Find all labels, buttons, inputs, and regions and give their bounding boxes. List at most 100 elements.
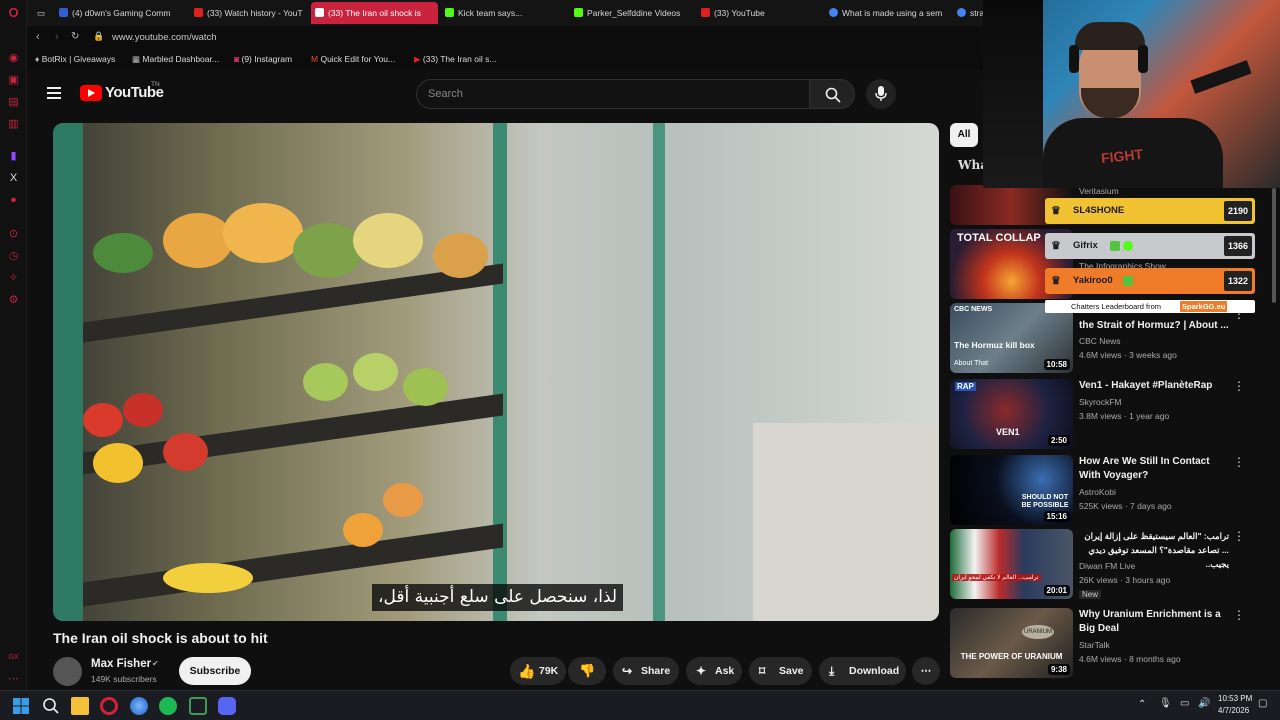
save-button[interactable]: ⌑ Save xyxy=(749,657,812,685)
clock-time[interactable]: 10:53 PM xyxy=(1218,694,1252,703)
search-input[interactable]: Search xyxy=(416,79,810,109)
bookmark-botrix[interactable]: ♦ BotRix | Giveaways xyxy=(35,54,115,64)
rec-meta: 26K views · 3 hours ago xyxy=(1079,575,1171,585)
sparkle-icon: ✦ xyxy=(696,664,707,678)
volume-icon[interactable]: 🔊 xyxy=(1198,698,1210,709)
messenger-icon[interactable]: ▤ xyxy=(7,96,20,109)
forward-icon[interactable]: › xyxy=(55,31,59,43)
tab-label: Parker_Selfddine Videos xyxy=(587,8,681,18)
spotify-icon[interactable] xyxy=(159,697,177,715)
page-scrollbar[interactable] xyxy=(1272,188,1276,303)
rec-item-2[interactable]: CBC NEWS The Hormuz kill box About That … xyxy=(950,303,1260,373)
channel-name[interactable]: Max Fisher xyxy=(91,658,151,670)
rec-thumbnail: CBC NEWS The Hormuz kill box About That … xyxy=(950,303,1073,373)
rec-thumbnail: RAP VEN1 2:50 xyxy=(950,379,1073,449)
rec-menu-icon[interactable]: ⋮ xyxy=(1233,379,1245,393)
youtube-side-icon[interactable]: ● xyxy=(7,194,20,207)
tab-6[interactable]: What is made using a sem xyxy=(825,2,947,24)
new-badge: New xyxy=(1079,590,1102,599)
cucumbers xyxy=(93,233,153,273)
duration-badge: 15:16 xyxy=(1043,511,1070,522)
oranges xyxy=(383,483,423,517)
rec-item-3[interactable]: RAP VEN1 2:50 Ven1 - Hakayet #PlanèteRap… xyxy=(950,379,1260,449)
tab-overview-icon[interactable]: ▭ xyxy=(33,2,53,24)
aria-icon[interactable]: ◉ xyxy=(7,52,20,65)
floor xyxy=(753,423,939,621)
bookmark-instagram[interactable]: ◙ (9) Instagram xyxy=(234,54,292,64)
clock-icon[interactable]: ◷ xyxy=(7,250,20,263)
opera-gx-icon[interactable] xyxy=(100,697,118,715)
download-button[interactable]: ⤓ Download xyxy=(819,657,906,685)
youtube-icon: ▶ xyxy=(414,54,423,64)
watermelon xyxy=(293,223,363,278)
duration-badge: 2:50 xyxy=(1047,435,1070,446)
ask-button[interactable]: ✦ Ask xyxy=(686,657,742,685)
more-actions-button[interactable]: ⋯ xyxy=(912,657,940,685)
rec-menu-icon[interactable]: ⋮ xyxy=(1233,529,1245,543)
tab-3[interactable]: Kick team says... xyxy=(441,2,561,24)
rec-channel: SkyrockFM xyxy=(1079,397,1122,407)
clock-date[interactable]: 4/7/2026 xyxy=(1218,706,1249,715)
rec-item-5[interactable]: ترامب... العالم لا تكفي لمحو ايران 20:01… xyxy=(950,529,1260,599)
bookmark-quick-edit[interactable]: M Quick Edit for You... xyxy=(311,54,395,64)
bookmark-iran-oil[interactable]: ▶ (33) The Iran oil s... xyxy=(414,54,496,65)
kick-icon xyxy=(445,8,454,17)
subscribe-button[interactable]: Subscribe xyxy=(179,657,251,685)
bananas xyxy=(163,563,253,593)
file-explorer-icon[interactable] xyxy=(71,697,89,715)
video-player[interactable] xyxy=(53,123,939,621)
twitch-icon[interactable]: ▮ xyxy=(7,150,20,163)
bookmark-marbled[interactable]: ▦ Marbled Dashboar... xyxy=(132,54,219,65)
more-icon[interactable]: ⋯ xyxy=(7,673,20,686)
url-field[interactable]: www.youtube.com/watch xyxy=(112,32,217,43)
tab-7[interactable]: stra xyxy=(953,2,987,24)
voice-search-button[interactable] xyxy=(866,79,896,109)
search-icon[interactable] xyxy=(42,697,60,715)
youtube-logo-icon[interactable] xyxy=(80,85,102,101)
channel-avatar[interactable] xyxy=(53,657,82,686)
lock-icon: 🔒 xyxy=(93,31,105,41)
badge-icon xyxy=(1123,241,1133,251)
terminal-icon[interactable] xyxy=(189,697,207,715)
discord-icon[interactable] xyxy=(218,697,236,715)
extensions-icon[interactable]: ✧ xyxy=(7,272,20,285)
rec-menu-icon[interactable]: ⋮ xyxy=(1233,608,1245,622)
rec-thumbnail: SHOULD NOT BE POSSIBLE 15:16 xyxy=(950,455,1073,525)
notification-icon[interactable]: ▢ xyxy=(1258,698,1267,709)
x-icon[interactable]: X xyxy=(7,172,20,185)
menu-icon[interactable] xyxy=(47,87,61,99)
rec-menu-icon[interactable]: ⋮ xyxy=(1233,455,1245,469)
leaderboard-row-2: ♛ Gifrix 1366 xyxy=(1045,233,1255,259)
like-button[interactable]: 👍 79K xyxy=(510,657,566,685)
search-icon xyxy=(825,87,841,103)
gx-icon[interactable]: GX xyxy=(7,651,20,664)
tab-2-active[interactable]: (33) The Iran oil shock is xyxy=(311,2,438,24)
opera-logo-icon[interactable]: O xyxy=(7,6,20,19)
history-icon[interactable]: ⊙ xyxy=(7,228,20,241)
crown-icon: ♛ xyxy=(1051,275,1061,287)
reload-icon[interactable]: ↻ xyxy=(71,31,79,42)
app-icon[interactable] xyxy=(130,697,148,715)
back-icon[interactable]: ‹ xyxy=(36,31,40,43)
search-button[interactable] xyxy=(809,79,855,109)
board-icon[interactable]: ▥ xyxy=(7,118,20,131)
filter-chip-all[interactable]: All xyxy=(950,123,978,147)
display-icon[interactable]: ▭ xyxy=(1180,698,1189,709)
windows-start-icon[interactable] xyxy=(12,697,30,715)
settings-icon[interactable]: ⚙ xyxy=(7,294,20,307)
uranium-label: URANIUM xyxy=(1022,625,1054,639)
share-button[interactable]: ↪ Share xyxy=(613,657,679,685)
duration-badge: 9:38 xyxy=(1047,664,1070,675)
tab-0[interactable]: (4) d0wn's Gaming Comm xyxy=(55,2,197,24)
tray-chevron-icon[interactable]: ⌃ xyxy=(1138,699,1146,710)
microphone-icon xyxy=(875,86,887,101)
bookmark-icon: ⌑ xyxy=(759,664,766,678)
dashboard-icon: ▦ xyxy=(132,54,143,64)
tab-4[interactable]: Parker_Selfddine Videos xyxy=(570,2,690,24)
rec-item-4[interactable]: SHOULD NOT BE POSSIBLE 15:16 How Are We … xyxy=(950,455,1260,525)
tab-5[interactable]: (33) YouTube xyxy=(697,2,817,24)
bag-icon[interactable]: ▣ xyxy=(7,74,20,87)
microphone-icon[interactable]: 🎙 xyxy=(1159,698,1172,709)
dislike-button[interactable]: 👎 xyxy=(568,657,606,685)
rec-item-6[interactable]: URANIUM THE POWER OF URANIUM 9:38 Why Ur… xyxy=(950,608,1260,678)
